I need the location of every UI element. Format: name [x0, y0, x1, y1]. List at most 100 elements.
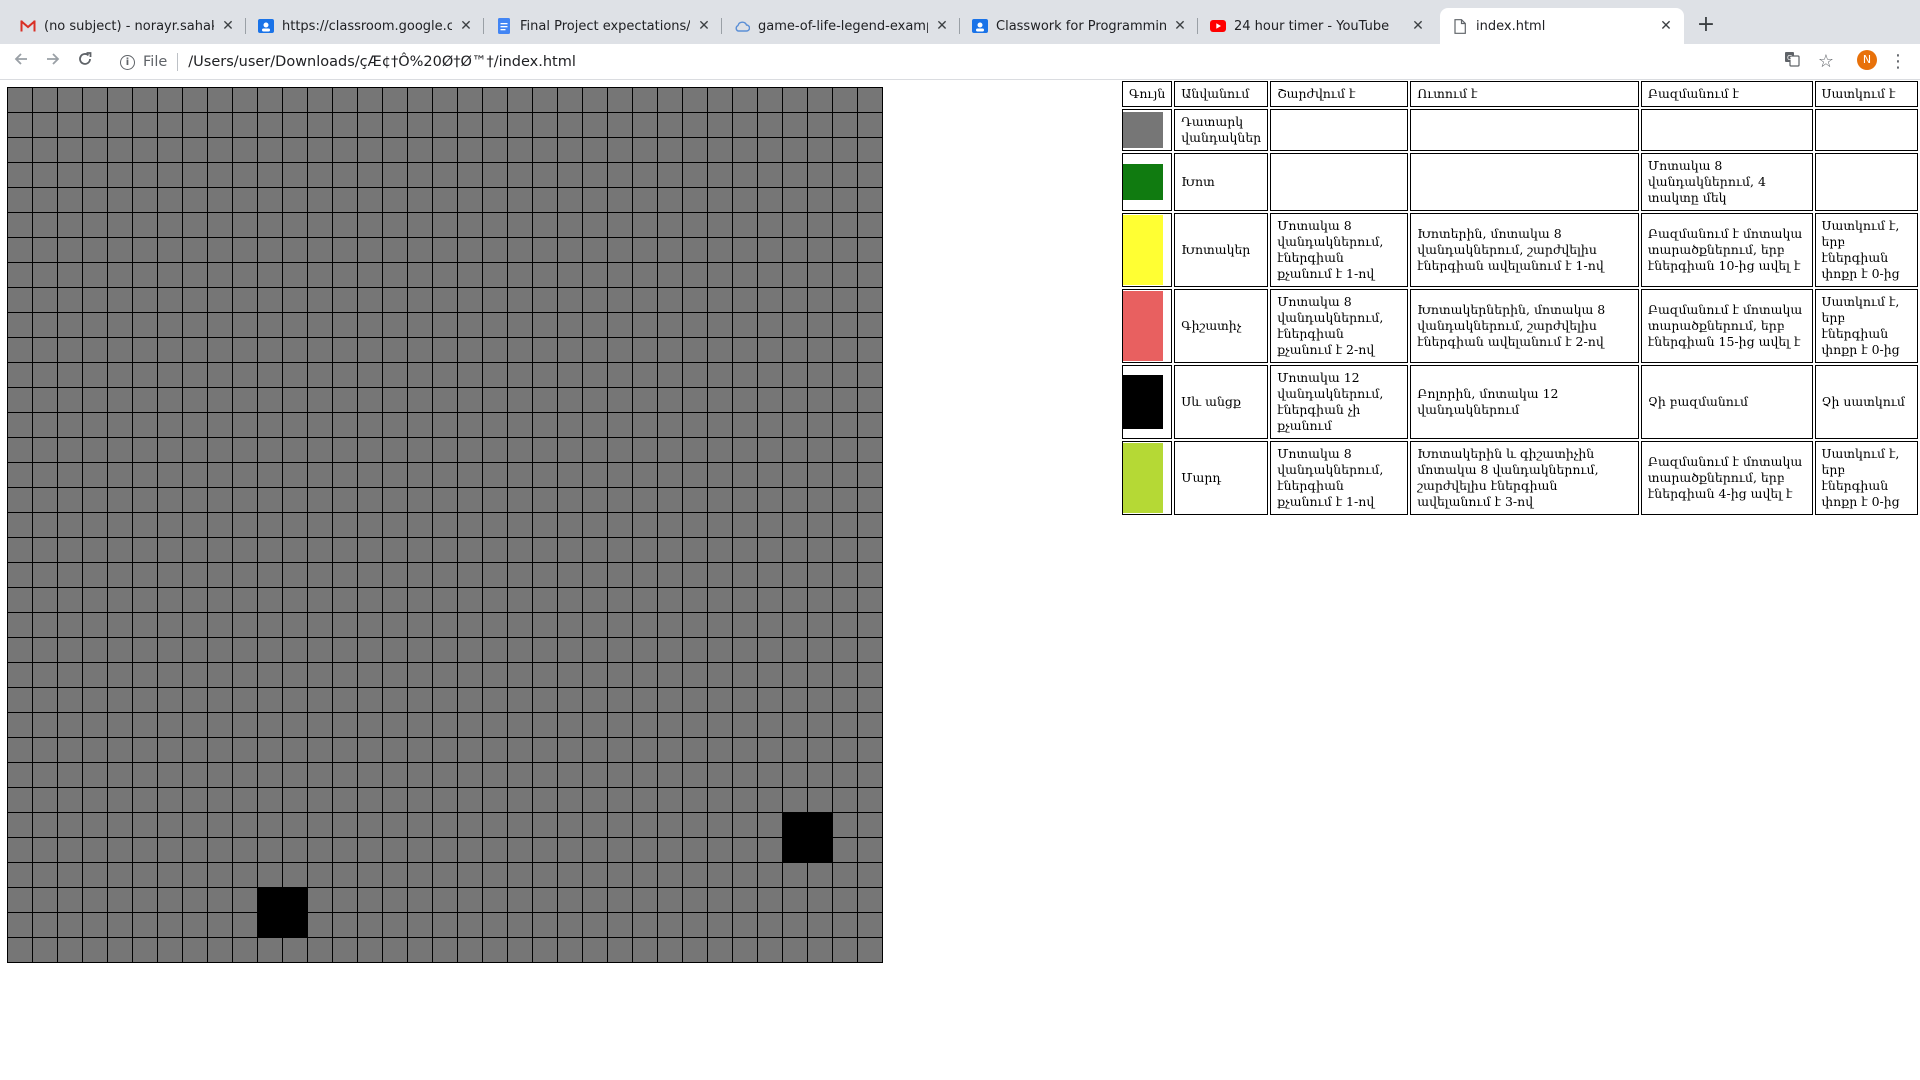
tab-title: Final Project expectations/Աշ — [520, 18, 690, 34]
legend-row: Դատարկ վանդակներ — [1122, 109, 1918, 151]
legend-multiplies: Բազմանում է մոտակա տարածքներում, երբ էնե… — [1640, 213, 1813, 287]
legend-moves — [1270, 109, 1409, 151]
legend-moves: Մոտակա 8 վանդակներում, էներգիան քչանում … — [1270, 289, 1409, 363]
legend-name: Խոտակեր — [1174, 213, 1269, 287]
legend-moves: Մոտակա 8 վանդակներում, էներգիան քչանում … — [1270, 213, 1409, 287]
legend-multiplies — [1640, 109, 1813, 151]
star-icon[interactable]: ☆ — [1814, 50, 1838, 74]
reload-icon[interactable] — [73, 50, 97, 74]
tab-index-html[interactable]: index.html ✕ — [1440, 8, 1684, 44]
tab-title: Classwork for Programming || A — [996, 18, 1166, 34]
legend-moves: Մոտակա 12 վանդակներում, էներգիան չի քչան… — [1270, 365, 1409, 439]
legend-row: Գիշատիչ Մոտակա 8 վանդակներում, էներգիան … — [1122, 289, 1918, 363]
legend-row: Սև անցք Մոտակա 12 վանդակներում, էներգիան… — [1122, 365, 1918, 439]
legend-eats — [1410, 109, 1639, 151]
black-hole-cell — [782, 812, 832, 862]
info-icon[interactable]: i — [120, 54, 135, 70]
legend-dies: Չի սատկում — [1814, 365, 1918, 439]
legend-name: Դատարկ վանդակներ — [1174, 109, 1269, 151]
youtube-icon — [1210, 18, 1226, 34]
close-icon[interactable]: ✕ — [934, 18, 950, 34]
legend-eats — [1410, 153, 1639, 211]
menu-icon[interactable]: ⋮ — [1886, 50, 1910, 74]
legend-dies: Սատկում է, երբ էներգիան փոքր է 0-ից — [1814, 441, 1918, 515]
color-swatch-cell — [1122, 365, 1173, 439]
legend-row: Խոտակեր Մոտակա 8 վանդակներում, էներգիան … — [1122, 213, 1918, 287]
tab-strip: (no subject) - norayr.sahakyan ✕ https:/… — [0, 0, 1920, 44]
close-icon[interactable]: ✕ — [220, 18, 236, 34]
legend-eats: Խոտերին, մոտակա 8 վանդակներում, շարժվելի… — [1410, 213, 1639, 287]
gmail-icon — [20, 18, 36, 34]
legend-name: Սև անցք — [1174, 365, 1269, 439]
color-swatch — [1123, 215, 1163, 285]
translate-icon[interactable]: G — [1780, 50, 1804, 74]
header-dies: Սատկում է — [1814, 81, 1918, 107]
new-tab-button[interactable]: + — [1692, 12, 1720, 40]
legend-header-row: Գույն Անվանում Շարժվում է Ուտում է Բազմա… — [1122, 81, 1918, 107]
legend-eats: Բոլորին, մոտակա 12 վանդակներում — [1410, 365, 1639, 439]
legend-dies — [1814, 153, 1918, 211]
legend-table: Գույն Անվանում Շարժվում է Ուտում է Բազմա… — [1120, 79, 1920, 517]
docs-icon — [496, 18, 512, 34]
legend-name: Մարդ — [1174, 441, 1269, 515]
legend-eats: Խոտակերին և գիշատիչին մոտակա 8 վանդակներ… — [1410, 441, 1639, 515]
legend-dies: Սատկում է, երբ էներգիան փոքր է 0-ից — [1814, 289, 1918, 363]
legend-multiplies: Չի բազմանում — [1640, 365, 1813, 439]
tab-title: game-of-life-legend-example — [758, 18, 928, 34]
file-icon — [1452, 18, 1468, 34]
close-icon[interactable]: ✕ — [458, 18, 474, 34]
tab-title: index.html — [1476, 18, 1546, 34]
tab-cloud[interactable]: game-of-life-legend-example ✕ — [722, 8, 960, 44]
color-swatch-cell — [1122, 109, 1173, 151]
svg-text:G: G — [1787, 54, 1792, 62]
color-swatch-cell — [1122, 441, 1173, 515]
address-scheme: File — [143, 54, 168, 70]
legend-name: Խոտ — [1174, 153, 1269, 211]
legend-row: Խոտ Մոտակա 8 վանդակներում, 4 տակտը մեկ — [1122, 153, 1918, 211]
toolbar: i File /Users/user/Downloads/çÆ¢†Ô%20Ø†Ø… — [0, 44, 1920, 80]
legend-multiplies: Բազմանում է մոտակա տարածքներում, երբ էնե… — [1640, 441, 1813, 515]
tab-title: (no subject) - norayr.sahakyan — [44, 18, 214, 34]
color-swatch — [1123, 291, 1163, 361]
legend-row: Մարդ Մոտակա 8 վանդակներում, էներգիան քչա… — [1122, 441, 1918, 515]
tab-title: 24 hour timer - YouTube — [1234, 18, 1390, 34]
legend-dies: Սատկում է, երբ էներգիան փոքր է 0-ից — [1814, 213, 1918, 287]
close-icon[interactable]: ✕ — [1172, 18, 1188, 34]
address-bar[interactable]: i File /Users/user/Downloads/çÆ¢†Ô%20Ø†Ø… — [108, 48, 1768, 76]
header-eats: Ուտում է — [1410, 81, 1639, 107]
legend-multiplies: Բազմանում է մոտակա տարածքներում, երբ էնե… — [1640, 289, 1813, 363]
tab-title: https://classroom.google.com/ — [282, 18, 452, 34]
game-grid-canvas[interactable] — [7, 87, 883, 963]
profile-avatar[interactable]: N — [1857, 50, 1877, 70]
legend-eats: Խոտակերներին, մոտակա 8 վանդակներում, շար… — [1410, 289, 1639, 363]
address-url[interactable]: /Users/user/Downloads/çÆ¢†Ô%20Ø†Ø™†/inde… — [188, 54, 576, 70]
color-swatch — [1123, 443, 1163, 513]
legend-dies — [1814, 109, 1918, 151]
legend-moves — [1270, 153, 1409, 211]
color-swatch — [1123, 375, 1163, 429]
color-swatch-cell — [1122, 289, 1173, 363]
legend-name: Գիշատիչ — [1174, 289, 1269, 363]
tab-classroom-programming[interactable]: Classwork for Programming || A ✕ — [960, 8, 1198, 44]
close-icon[interactable]: ✕ — [696, 18, 712, 34]
header-moves: Շարժվում է — [1270, 81, 1409, 107]
color-swatch — [1123, 164, 1163, 200]
header-color: Գույն — [1122, 81, 1173, 107]
header-multiplies: Բազմանում է — [1640, 81, 1813, 107]
tab-gmail[interactable]: (no subject) - norayr.sahakyan ✕ — [8, 8, 246, 44]
back-icon[interactable] — [9, 50, 33, 74]
cloud-icon — [734, 18, 750, 34]
tab-classroom[interactable]: https://classroom.google.com/ ✕ — [246, 8, 484, 44]
color-swatch — [1123, 112, 1163, 148]
tab-youtube[interactable]: 24 hour timer - YouTube ✕ — [1198, 8, 1436, 44]
color-swatch-cell — [1122, 213, 1173, 287]
close-icon[interactable]: ✕ — [1410, 18, 1426, 34]
legend-multiplies: Մոտակա 8 վանդակներում, 4 տակտը մեկ — [1640, 153, 1813, 211]
forward-icon[interactable] — [41, 50, 65, 74]
classroom-icon — [972, 18, 988, 34]
close-icon[interactable]: ✕ — [1658, 18, 1674, 34]
legend-moves: Մոտակա 8 վանդակներում, էներգիան քչանում … — [1270, 441, 1409, 515]
black-hole-cell — [257, 887, 307, 937]
color-swatch-cell — [1122, 153, 1173, 211]
tab-docs[interactable]: Final Project expectations/Աշ ✕ — [484, 8, 722, 44]
